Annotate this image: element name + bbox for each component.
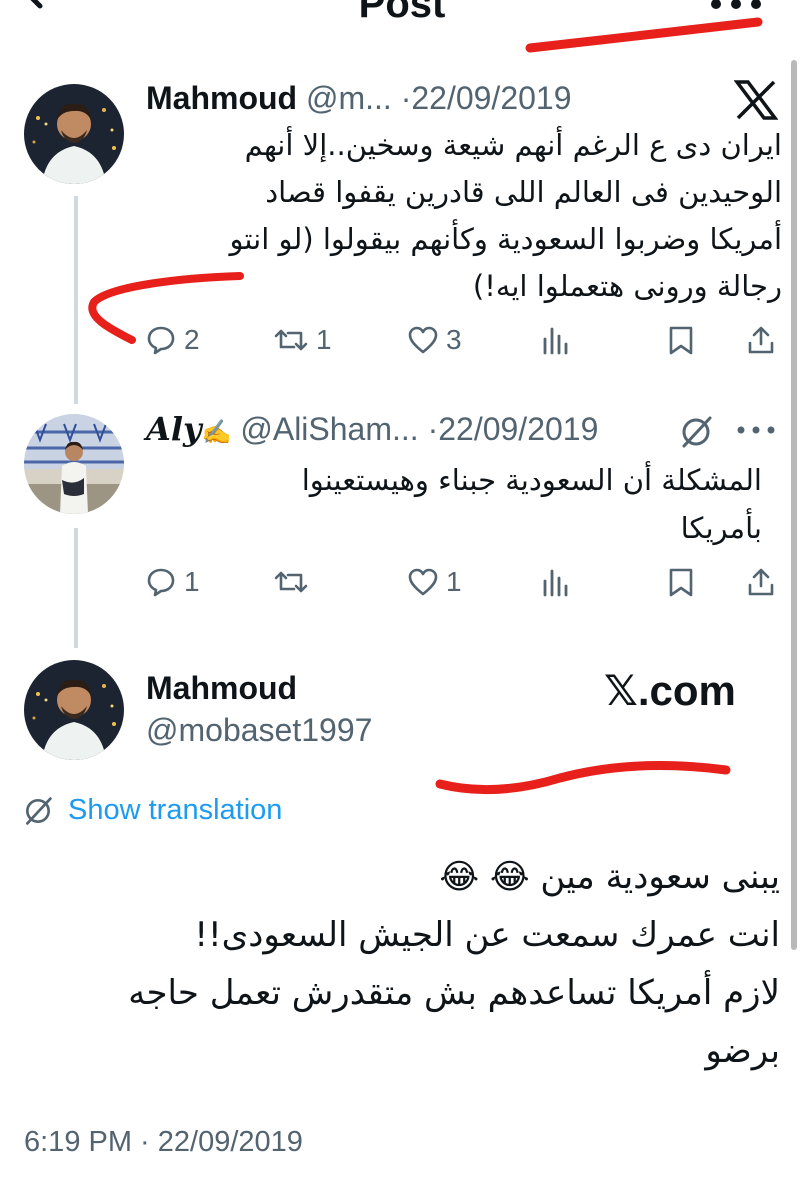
bookmark-icon bbox=[669, 326, 693, 355]
text-line: برضو bbox=[705, 1031, 780, 1071]
no-translate-icon[interactable] bbox=[678, 414, 714, 450]
text-line: بأمريكا bbox=[680, 511, 762, 545]
analytics-icon bbox=[543, 569, 568, 597]
text-line: انت عمرك سمعت عن الجيش السعودى!! bbox=[194, 915, 780, 955]
share-button[interactable] bbox=[746, 560, 776, 604]
translate-icon bbox=[26, 796, 52, 825]
handle[interactable]: @mobaset1997 bbox=[146, 712, 372, 749]
like-button[interactable]: 3 bbox=[408, 318, 462, 362]
bookmark-button[interactable] bbox=[668, 318, 694, 362]
bookmark-icon bbox=[669, 568, 693, 597]
tweet-actions: 2 1 3 bbox=[146, 318, 786, 362]
tweet-text: يبنى سعودية مين 😂 😂 انت عمرك سمعت عن الج… bbox=[40, 848, 780, 1080]
more-horizontal-icon[interactable] bbox=[706, 0, 766, 16]
tweet-date[interactable]: 22/09/2019 bbox=[411, 80, 571, 116]
reply-count: 1 bbox=[184, 566, 200, 597]
separator-dot: · bbox=[427, 411, 439, 447]
text-line: أمريكا وضربوا السعودية وكأنهم بيقولوا (ل… bbox=[229, 222, 782, 256]
text-line: الوحيدين فى العالم اللى قادرين يقفوا قصا… bbox=[265, 175, 782, 209]
like-button[interactable]: 1 bbox=[408, 560, 462, 604]
show-translation[interactable]: Show translation bbox=[22, 794, 282, 827]
top-bar: Post bbox=[0, 0, 804, 40]
x-com-watermark: 𝕏.com bbox=[604, 667, 736, 714]
heart-icon bbox=[408, 326, 438, 354]
text-line: المشكلة أن السعودية جبناء وهيستعينوا bbox=[301, 463, 762, 497]
thread-line bbox=[74, 196, 78, 404]
avatar[interactable] bbox=[24, 660, 124, 760]
reply-button[interactable]: 1 bbox=[146, 560, 200, 604]
display-name[interactable]: Mahmoud bbox=[146, 670, 297, 707]
text-line: رجالة ورونى هتعملوا ايه!) bbox=[472, 269, 782, 303]
scrollbar[interactable] bbox=[791, 60, 797, 950]
separator-dot: · bbox=[400, 80, 412, 116]
tweet-text: المشكلة أن السعودية جبناء وهيستعينوا بأم… bbox=[142, 456, 762, 552]
reply-icon bbox=[147, 568, 175, 597]
tweet-actions: 1 1 bbox=[146, 560, 786, 604]
thread-line bbox=[74, 528, 78, 648]
text-line: ايران دى ع الرغم أنهم شيعة وسخين..إلا أن… bbox=[244, 128, 782, 162]
avatar[interactable] bbox=[24, 414, 124, 514]
like-count: 3 bbox=[446, 324, 462, 355]
views-button[interactable] bbox=[542, 560, 568, 604]
page-title: Post bbox=[358, 0, 446, 26]
avatar[interactable] bbox=[24, 84, 124, 184]
repost-button[interactable]: 1 bbox=[274, 318, 332, 362]
views-button[interactable] bbox=[542, 318, 568, 362]
repost-icon bbox=[274, 571, 308, 593]
handle[interactable]: @m... bbox=[306, 80, 392, 116]
like-count: 1 bbox=[446, 566, 462, 597]
post-timestamp[interactable]: 6:19 PM · 22/09/2019 bbox=[24, 1126, 303, 1159]
reply-icon bbox=[147, 326, 175, 355]
share-icon bbox=[748, 326, 774, 354]
tweet-text: ايران دى ع الرغم أنهم شيعة وسخين..إلا أن… bbox=[142, 122, 782, 310]
more-horizontal-icon[interactable] bbox=[736, 424, 776, 436]
repost-count: 1 bbox=[316, 324, 332, 355]
reply-button[interactable]: 2 bbox=[146, 318, 200, 362]
repost-button[interactable] bbox=[274, 560, 316, 604]
share-button[interactable] bbox=[746, 318, 776, 362]
text-line: لازم أمريكا تساعدهم بش متقدرش تعمل حاجه bbox=[128, 973, 780, 1013]
share-icon bbox=[748, 568, 774, 596]
name-emoji: ✍️ bbox=[201, 419, 232, 446]
analytics-icon bbox=[543, 327, 568, 355]
reply-count: 2 bbox=[184, 324, 200, 355]
show-translation-link[interactable]: Show translation bbox=[68, 794, 282, 827]
text-line: يبنى سعودية مين 😂 😂 bbox=[439, 857, 780, 897]
x-logo-icon bbox=[734, 80, 778, 120]
tweet-header: Aly✍️ @AliSham... ·22/09/2019 bbox=[146, 410, 598, 448]
handle[interactable]: @AliSham... bbox=[240, 411, 418, 447]
heart-icon bbox=[408, 568, 438, 596]
display-name[interactable]: Mahmoud bbox=[146, 80, 297, 116]
repost-icon bbox=[274, 329, 308, 351]
bookmark-button[interactable] bbox=[668, 560, 694, 604]
tweet-header: Mahmoud @m... ·22/09/2019 bbox=[146, 80, 572, 117]
display-name[interactable]: Aly bbox=[146, 410, 202, 448]
tweet-date[interactable]: 22/09/2019 bbox=[438, 411, 598, 447]
